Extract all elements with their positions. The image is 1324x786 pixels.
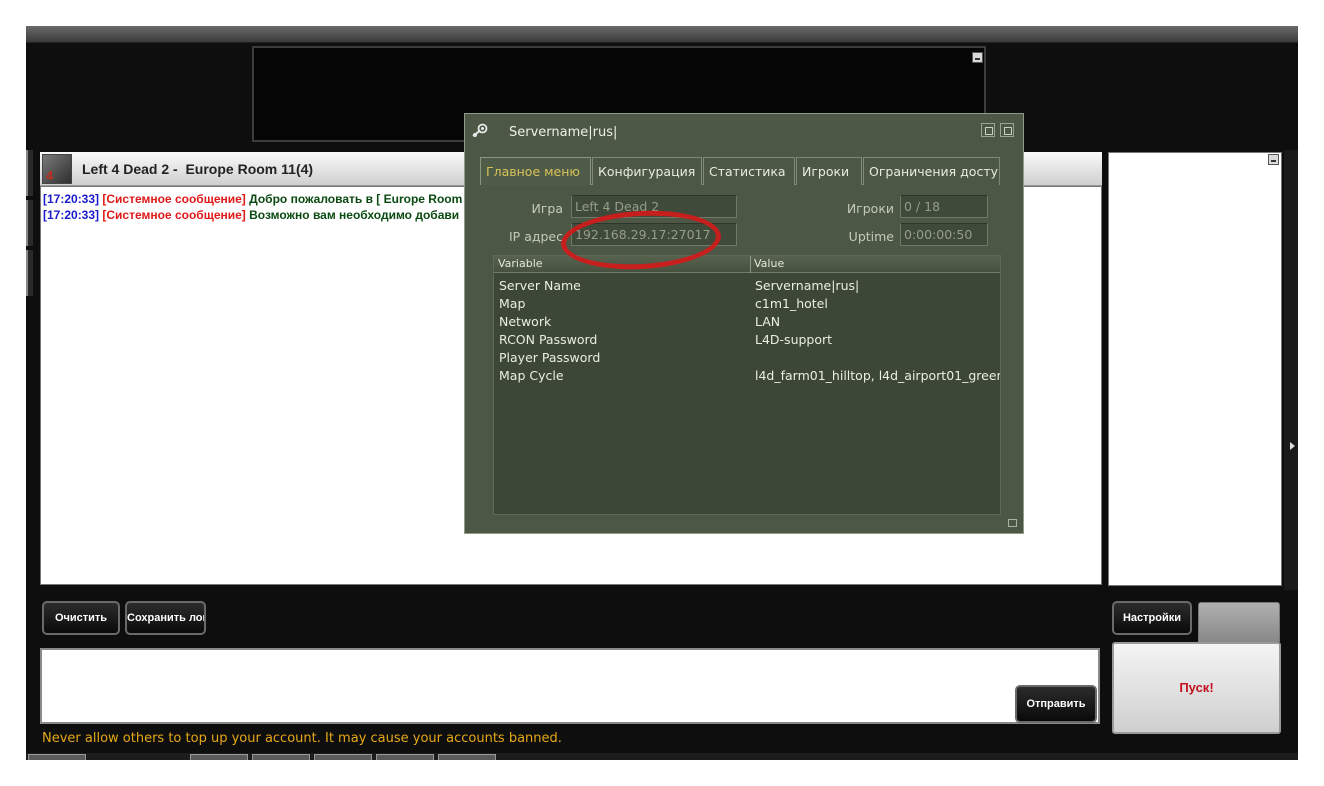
table-cell-variable: RCON Password — [499, 332, 598, 347]
taskbar-item[interactable] — [190, 754, 248, 760]
clear-button[interactable]: Очистить — [42, 601, 120, 635]
game-field[interactable]: Left 4 Dead 2 — [571, 195, 737, 218]
minimize-icon[interactable] — [972, 52, 983, 63]
top-strip — [26, 26, 1298, 43]
room-title: Left 4 Dead 2 - Europe Room 11(4) — [82, 161, 314, 177]
server-variables-table[interactable]: Variable Value Server Name Servername|ru… — [493, 255, 1001, 515]
steam-icon — [471, 122, 489, 140]
server-info-dialog: Servername|rus| Главное меню Конфигураци… — [464, 113, 1024, 534]
resize-grip-icon[interactable] — [1008, 519, 1017, 527]
dialog-title: Servername|rus| — [509, 125, 618, 140]
launch-button[interactable]: Пуск! — [1112, 642, 1281, 734]
maximize-icon[interactable] — [1000, 123, 1014, 137]
chat-message: Добро пожаловать в [ Europe Room — [249, 192, 463, 206]
expand-arrow-icon[interactable] — [1290, 442, 1295, 450]
send-button[interactable]: Отправить — [1015, 685, 1097, 723]
taskbar — [26, 753, 1298, 760]
ip-label: IP адрес — [509, 229, 563, 244]
message-input[interactable] — [40, 648, 1100, 724]
uptime-label: Uptime — [848, 229, 894, 244]
table-cell-variable: Map — [499, 296, 526, 311]
user-list[interactable] — [1108, 152, 1282, 586]
side-tab[interactable] — [26, 250, 33, 296]
table-cell-value: L4D-support — [755, 332, 833, 347]
restore-icon[interactable] — [981, 123, 995, 137]
launch-button-tab — [1198, 602, 1280, 642]
chat-timestamp: [17:20:33] — [43, 208, 100, 222]
table-cell-value: LAN — [755, 314, 781, 329]
ip-field[interactable]: 192.168.29.17:27017 — [571, 223, 737, 246]
table-cell-value: l4d_farm01_hilltop, l4d_airport01_greenh… — [755, 368, 1000, 383]
table-header: Variable Value — [494, 256, 1000, 273]
column-header-variable[interactable]: Variable — [495, 257, 750, 272]
side-tab[interactable] — [26, 200, 33, 246]
table-cell-variable: Map Cycle — [499, 368, 564, 383]
minimize-icon[interactable] — [1268, 154, 1279, 165]
taskbar-item[interactable] — [28, 754, 86, 760]
taskbar-item[interactable] — [252, 754, 310, 760]
table-cell-variable: Server Name — [499, 278, 581, 293]
taskbar-item[interactable] — [314, 754, 372, 760]
chat-sender: [Системное сообщение] — [102, 192, 246, 206]
tab-main-menu[interactable]: Главное меню — [480, 157, 591, 185]
tab-players[interactable]: Игроки — [796, 157, 862, 185]
players-label: Игроки — [846, 201, 894, 216]
table-cell-variable: Player Password — [499, 350, 601, 365]
right-edge-bar — [1284, 150, 1298, 590]
taskbar-item[interactable] — [376, 754, 434, 760]
left-side-tabs — [26, 150, 33, 300]
chat-sender: [Системное сообщение] — [102, 208, 246, 222]
chat-line: [17:20:33] [Системное сообщение] Добро п… — [43, 192, 462, 206]
tab-access-restrictions[interactable]: Ограничения доступа — [863, 157, 1000, 185]
settings-button[interactable]: Настройки — [1112, 601, 1192, 635]
logo-number: 4 — [46, 168, 54, 183]
side-tab[interactable] — [26, 150, 33, 196]
game-label: Игра — [531, 201, 563, 216]
warning-text: Never allow others to top up your accoun… — [42, 731, 562, 746]
chat-timestamp: [17:20:33] — [43, 192, 100, 206]
chat-message: Возможно вам необходимо добави — [249, 208, 460, 222]
save-log-button[interactable]: Сохранить лог — [125, 601, 206, 635]
tab-configuration[interactable]: Конфигурация — [592, 157, 702, 185]
chat-line: [17:20:33] [Системное сообщение] Возможн… — [43, 208, 459, 222]
column-header-value[interactable]: Value — [751, 257, 1000, 272]
game-logo-icon: 4 — [42, 154, 72, 184]
tab-statistics[interactable]: Статистика — [703, 157, 795, 185]
table-cell-variable: Network — [499, 314, 552, 329]
players-field[interactable]: 0 / 18 — [900, 195, 988, 218]
taskbar-item[interactable] — [438, 754, 496, 760]
uptime-field[interactable]: 0:00:00:50 — [900, 223, 988, 246]
table-cell-value: c1m1_hotel — [755, 296, 828, 311]
table-cell-value: Servername|rus| — [755, 278, 860, 293]
dialog-tabs: Главное меню Конфигурация Статистика Игр… — [480, 157, 1000, 185]
